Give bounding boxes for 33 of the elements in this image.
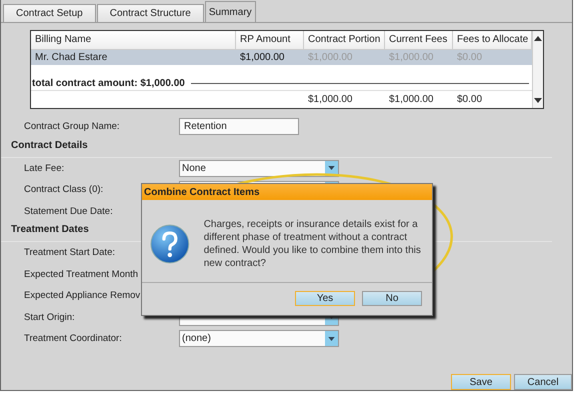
table-cell-text: $0.00 [456,50,484,65]
table-cell-text: Mr. Chad Estare [34,50,108,65]
scroll-down-icon[interactable] [534,98,542,104]
section-heading: Contract Details [1,138,552,158]
footer-button[interactable]: Save [451,374,511,390]
field-label: Late Fee: [24,162,64,174]
total-cell-text: $1,000.00 [388,93,434,108]
field-label: Contract Group Name: [24,121,120,132]
dropdown[interactable]: (none) [179,330,339,348]
column-header[interactable]: Current Fees [385,31,453,49]
field-label: Statement Due Date: [24,206,113,217]
tab[interactable]: Contract Setup [3,4,96,22]
scrollbar[interactable] [532,31,543,108]
column-header[interactable]: Contract Portion [304,31,385,49]
scroll-up-icon[interactable] [534,35,542,41]
table-cell-text: $1,000.00 [307,50,354,65]
footer-button[interactable]: Cancel [514,374,572,390]
field-label: Expected Treatment Month [24,268,138,280]
text-field[interactable]: Retention [179,118,299,136]
field-label: Start Origin: [24,312,75,323]
total-cell-text: $1,000.00 [307,93,354,108]
field-label: Treatment Start Date: [24,247,115,258]
field-label: Expected Appliance Remov [24,290,140,302]
field-label: Contract Class (0): [24,184,104,196]
table-cell-text: $1,000.00 [239,50,286,65]
column-header[interactable]: RP Amount [236,31,304,49]
table-cell-text: $1,000.00 [388,50,434,65]
total-cell-text: $0.00 [456,93,484,108]
column-header[interactable]: Billing Name [31,31,236,49]
tab[interactable]: Contract Structure [96,4,204,22]
field-label: Treatment Coordinator: [24,333,122,344]
tab[interactable]: Summary [204,1,256,22]
total-label: total contract amount: $1,000.00 [31,78,185,90]
